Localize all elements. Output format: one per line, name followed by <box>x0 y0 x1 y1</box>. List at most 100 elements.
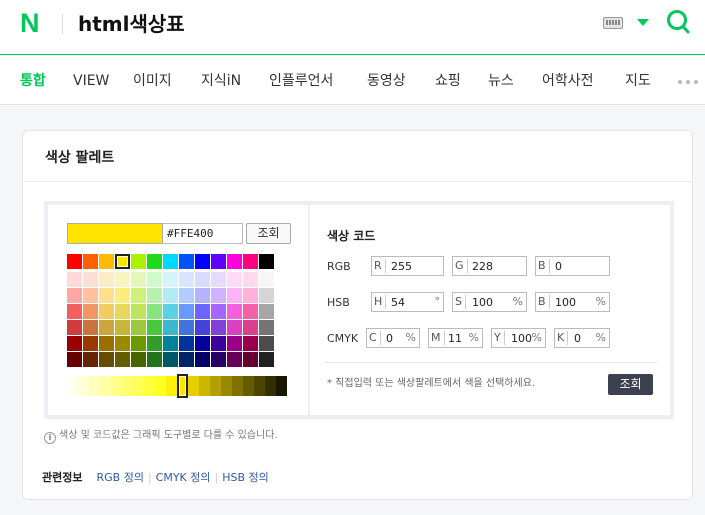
palette-color-cell[interactable] <box>243 352 258 367</box>
hex-lookup-button[interactable]: 조회 <box>246 223 291 244</box>
palette-color-cell[interactable] <box>163 352 178 367</box>
shade-cell[interactable] <box>232 376 243 396</box>
palette-color-cell[interactable] <box>195 272 210 287</box>
palette-color-cell[interactable] <box>115 304 130 319</box>
palette-color-cell[interactable] <box>163 288 178 303</box>
palette-color-cell[interactable] <box>211 352 226 367</box>
palette-color-cell[interactable] <box>147 320 162 335</box>
palette-color-cell[interactable] <box>211 304 226 319</box>
chevron-down-icon[interactable] <box>637 19 649 26</box>
palette-color-cell[interactable] <box>115 352 130 367</box>
palette-color-cell[interactable] <box>99 352 114 367</box>
palette-color-cell[interactable] <box>83 272 98 287</box>
palette-color-cell[interactable] <box>115 336 130 351</box>
link-rgb-definition[interactable]: RGB 정의 <box>96 471 143 484</box>
palette-color-cell[interactable] <box>163 336 178 351</box>
palette-color-cell[interactable] <box>163 304 178 319</box>
shade-cell[interactable] <box>144 376 155 396</box>
shade-cell[interactable] <box>199 376 210 396</box>
search-query[interactable]: html색상표 <box>78 11 185 37</box>
palette-color-cell[interactable] <box>211 288 226 303</box>
palette-color-cell[interactable] <box>147 288 162 303</box>
cmyk-c-field[interactable]: C 0% <box>366 328 420 348</box>
search-icon[interactable] <box>666 9 690 35</box>
palette-color-cell[interactable] <box>99 288 114 303</box>
palette-color-cell[interactable] <box>195 352 210 367</box>
palette-color-cell[interactable] <box>99 304 114 319</box>
palette-color-cell[interactable] <box>227 254 242 269</box>
palette-color-cell[interactable] <box>259 320 274 335</box>
palette-color-cell[interactable] <box>195 336 210 351</box>
cmyk-y-field[interactable]: Y 100% <box>491 328 546 348</box>
palette-color-cell[interactable] <box>179 254 194 269</box>
palette-color-cell[interactable] <box>179 352 194 367</box>
palette-color-cell[interactable] <box>99 320 114 335</box>
keyboard-icon[interactable] <box>603 17 623 29</box>
rgb-r-field[interactable]: R 255 <box>371 256 444 276</box>
shade-cell[interactable] <box>221 376 232 396</box>
tab-kin[interactable]: 지식iN <box>201 72 241 90</box>
palette-color-cell[interactable] <box>243 304 258 319</box>
palette-color-cell[interactable] <box>227 304 242 319</box>
palette-color-cell[interactable] <box>243 320 258 335</box>
code-lookup-button[interactable]: 조회 <box>608 374 653 395</box>
palette-color-cell[interactable] <box>179 336 194 351</box>
shade-cell[interactable] <box>122 376 133 396</box>
palette-color-cell[interactable] <box>243 272 258 287</box>
hsb-h-field[interactable]: H 54 ° <box>371 292 444 312</box>
palette-color-cell[interactable] <box>195 254 210 269</box>
shade-cell[interactable] <box>133 376 144 396</box>
palette-color-cell[interactable] <box>115 254 130 269</box>
shade-cell[interactable] <box>155 376 166 396</box>
shade-cell[interactable] <box>265 376 276 396</box>
tab-all[interactable]: 통합 <box>20 72 46 90</box>
tab-influencer[interactable]: 인플루언서 <box>269 72 333 90</box>
tab-news[interactable]: 뉴스 <box>488 72 514 90</box>
palette-color-cell[interactable] <box>243 254 258 269</box>
more-tabs-icon[interactable] <box>678 80 702 85</box>
palette-color-cell[interactable] <box>115 288 130 303</box>
palette-color-cell[interactable] <box>67 336 82 351</box>
palette-color-cell[interactable] <box>83 352 98 367</box>
tab-images[interactable]: 이미지 <box>133 72 172 90</box>
palette-color-cell[interactable] <box>179 304 194 319</box>
palette-color-cell[interactable] <box>147 336 162 351</box>
palette-color-cell[interactable] <box>259 272 274 287</box>
link-hsb-definition[interactable]: HSB 정의 <box>222 471 269 484</box>
naver-logo[interactable]: N <box>20 10 44 37</box>
shade-selector-handle[interactable] <box>177 374 188 398</box>
palette-color-cell[interactable] <box>83 336 98 351</box>
palette-color-cell[interactable] <box>83 320 98 335</box>
palette-color-cell[interactable] <box>243 336 258 351</box>
palette-color-cell[interactable] <box>67 254 82 269</box>
rgb-b-field[interactable]: B0 <box>535 256 610 276</box>
palette-color-cell[interactable] <box>115 320 130 335</box>
shade-cell[interactable] <box>89 376 100 396</box>
cmyk-k-field[interactable]: K 0% <box>554 328 610 348</box>
palette-color-cell[interactable] <box>163 320 178 335</box>
palette-color-cell[interactable] <box>131 336 146 351</box>
palette-color-cell[interactable] <box>179 272 194 287</box>
palette-color-cell[interactable] <box>67 320 82 335</box>
palette-color-cell[interactable] <box>83 254 98 269</box>
palette-color-cell[interactable] <box>147 254 162 269</box>
shade-cell[interactable] <box>67 376 78 396</box>
shade-cell[interactable] <box>276 376 287 396</box>
tab-map[interactable]: 지도 <box>625 72 651 90</box>
palette-color-cell[interactable] <box>131 272 146 287</box>
palette-color-cell[interactable] <box>147 304 162 319</box>
palette-color-cell[interactable] <box>67 272 82 287</box>
tab-view[interactable]: VIEW <box>73 72 109 90</box>
palette-color-cell[interactable] <box>131 304 146 319</box>
palette-color-cell[interactable] <box>211 272 226 287</box>
tab-video[interactable]: 동영상 <box>367 72 406 90</box>
palette-color-cell[interactable] <box>211 254 226 269</box>
palette-color-cell[interactable] <box>227 288 242 303</box>
shade-cell[interactable] <box>188 376 199 396</box>
palette-color-cell[interactable] <box>259 254 274 269</box>
palette-color-cell[interactable] <box>163 272 178 287</box>
shade-cell[interactable] <box>78 376 89 396</box>
palette-color-cell[interactable] <box>99 254 114 269</box>
palette-color-cell[interactable] <box>227 272 242 287</box>
palette-color-cell[interactable] <box>195 320 210 335</box>
